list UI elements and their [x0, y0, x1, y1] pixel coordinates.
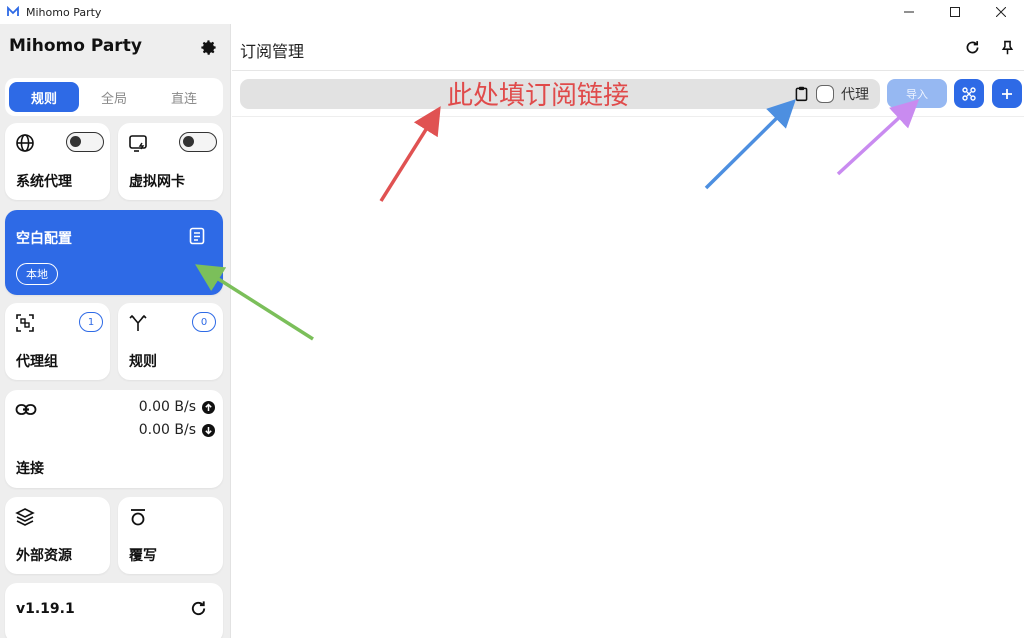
use-proxy-label: 代理: [841, 87, 869, 103]
tun-label: 虚拟网卡: [129, 174, 185, 190]
toolbar-divider: [232, 116, 1024, 117]
version-card[interactable]: v1.19.1: [5, 583, 223, 638]
rules-label: 规则: [129, 354, 157, 370]
connections-card[interactable]: 0.00 B/s 0.00 B/s 连接: [5, 390, 223, 488]
plus-icon: [1001, 88, 1013, 100]
connections-label: 连接: [16, 461, 44, 477]
clipboard-paste-icon[interactable]: [793, 85, 810, 102]
profile-type-chip: 本地: [16, 263, 58, 285]
network-card-icon: [128, 133, 148, 153]
resources-label: 外部资源: [16, 548, 72, 564]
upload-speed: 0.00 B/s: [138, 399, 196, 415]
arrow-down-icon: [202, 423, 215, 437]
document-icon: [189, 227, 206, 245]
open-profile-button[interactable]: [954, 79, 984, 108]
close-button[interactable]: [978, 0, 1024, 24]
profile-card[interactable]: 空白配置 本地: [5, 210, 223, 295]
tun-toggle[interactable]: [179, 132, 217, 152]
app-logo-icon: [7, 6, 19, 18]
proxy-mode-selector: 规则 全局 直连: [5, 78, 223, 116]
globe-icon: [15, 133, 35, 153]
upload-speed-row: 0.00 B/s: [139, 399, 215, 415]
override-label: 覆写: [129, 548, 157, 564]
override-icon: [128, 507, 148, 527]
add-profile-button[interactable]: [992, 79, 1022, 108]
fork-icon: [128, 313, 148, 333]
layers-icon: [15, 507, 35, 527]
mode-tab-direct[interactable]: 直连: [149, 82, 219, 112]
window-title: Mihomo Party: [26, 5, 102, 19]
brand-title: Mihomo Party: [9, 36, 142, 56]
page-title: 订阅管理: [240, 42, 305, 61]
resources-card[interactable]: 外部资源: [5, 497, 110, 574]
mode-tab-rule[interactable]: 规则: [9, 82, 79, 112]
pin-icon[interactable]: [999, 39, 1016, 56]
rules-count: 0: [192, 312, 216, 332]
refresh-icon[interactable]: [964, 39, 981, 56]
tun-card[interactable]: 虚拟网卡: [118, 123, 223, 200]
main-panel: 订阅管理 代理 导入: [232, 24, 1024, 638]
system-proxy-toggle[interactable]: [66, 132, 104, 152]
import-button[interactable]: 导入: [887, 79, 947, 108]
link-icon: [15, 400, 37, 420]
rules-card[interactable]: 0 规则: [118, 303, 223, 380]
settings-gear-icon[interactable]: [199, 38, 218, 57]
sidebar: Mihomo Party 规则 全局 直连 系统代理 虚拟网卡 空白配置 本地: [0, 24, 231, 638]
profile-name: 空白配置: [16, 231, 72, 247]
maximize-button[interactable]: [932, 0, 978, 24]
proxy-groups-count: 1: [79, 312, 103, 332]
use-proxy-checkbox[interactable]: [816, 85, 834, 103]
annotation-text: 此处填订阅链接: [447, 81, 630, 111]
mode-tab-global[interactable]: 全局: [79, 82, 149, 112]
override-card[interactable]: 覆写: [118, 497, 223, 574]
title-bar: Mihomo Party: [0, 0, 1024, 24]
system-proxy-card[interactable]: 系统代理: [5, 123, 110, 200]
proxy-groups-label: 代理组: [16, 354, 58, 370]
system-proxy-label: 系统代理: [16, 174, 72, 190]
version-label: v1.19.1: [16, 601, 75, 617]
window-controls: [886, 0, 1024, 24]
header-divider: [232, 70, 1024, 71]
arrow-up-icon: [202, 400, 215, 414]
minimize-button[interactable]: [886, 0, 932, 24]
download-speed-row: 0.00 B/s: [139, 422, 215, 438]
expand-icon: [962, 86, 976, 101]
proxy-group-icon: [15, 313, 35, 333]
proxy-groups-card[interactable]: 1 代理组: [5, 303, 110, 380]
download-speed: 0.00 B/s: [138, 422, 196, 438]
check-update-icon[interactable]: [189, 599, 208, 618]
